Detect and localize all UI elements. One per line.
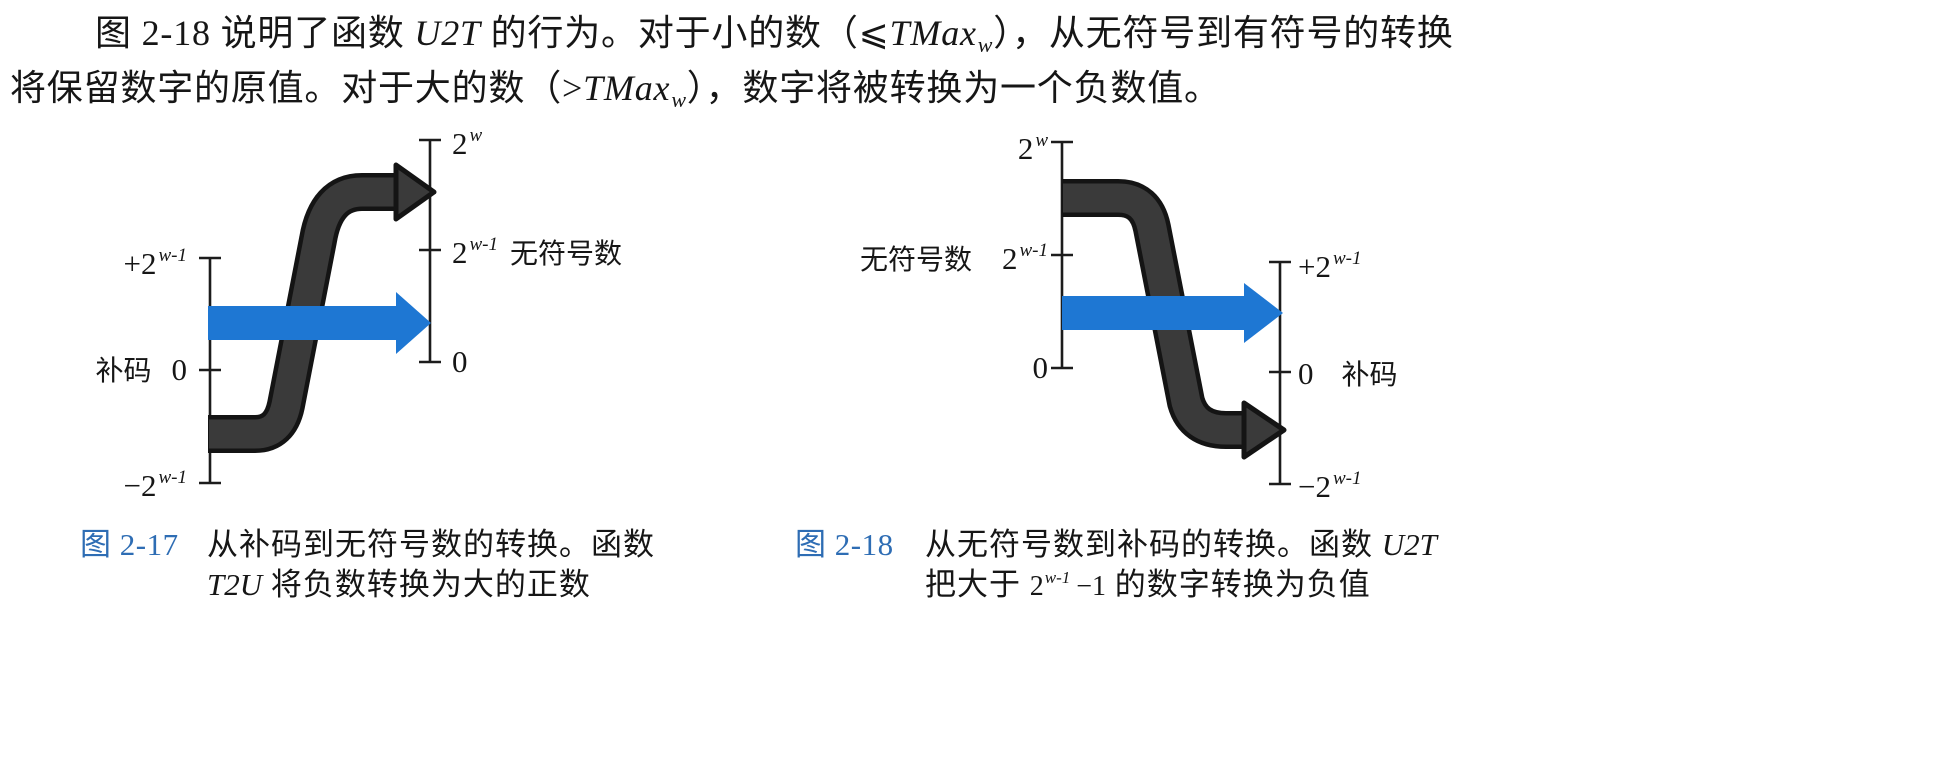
caption-power-exponent: w-1	[1044, 568, 1071, 587]
tick-label-exponent: w-1	[158, 245, 188, 266]
tick-label-base: 0	[1032, 350, 1049, 385]
tick-label-base: 0	[1298, 356, 1314, 391]
t2u-twos-max-label: +2 w-1	[50, 244, 187, 284]
tick-label-exponent: w	[1035, 130, 1048, 151]
u2t-blue-arrow-shaft	[1062, 296, 1246, 330]
figure-2-17-number: 图 2-17	[80, 527, 179, 562]
caption-text: 从无符号数到补码的转换。函数	[925, 527, 1382, 562]
u2t-unsigned-max-label: 2w	[800, 129, 1048, 169]
tick-label-base: 0	[171, 352, 188, 387]
tick-label-exponent: w-1	[1332, 468, 1362, 489]
caption-minus-one: −1	[1076, 571, 1107, 602]
figure-2-17-caption-line-2: T2U 将负数转换为大的正数	[207, 565, 591, 605]
tick-label-exponent: w-1	[158, 467, 188, 488]
tick-label-base: 2	[1002, 241, 1018, 276]
u2t-black-arrow-head	[1241, 400, 1287, 460]
t2u-black-arrow-head	[393, 162, 437, 222]
function-name-t2u: T2U	[207, 567, 263, 602]
function-name-u2t: U2T	[1381, 527, 1437, 562]
tick-label-base: −2	[1298, 469, 1331, 504]
u2t-twos-max-label: +2 w-1	[1298, 247, 1361, 287]
tick-label-base: +2	[1298, 249, 1331, 284]
tick-label-exponent: w-1	[1019, 240, 1049, 261]
tick-label-base: 0	[452, 344, 468, 379]
u2t-blue-arrow-head	[1244, 283, 1283, 343]
figure-2-18-number: 图 2-18	[795, 527, 894, 562]
caption-text: 的数字转换为负值	[1106, 567, 1371, 602]
t2u-twos-min-label: −2 w-1	[50, 466, 187, 506]
t2u-unsigned-max-label: 2w	[452, 124, 482, 164]
caption-power-base: 2	[1029, 571, 1044, 602]
unsigned-axis-name: 无符号数	[859, 245, 972, 276]
tick-label-exponent: w-1	[1332, 248, 1362, 269]
tick-label-base: +2	[123, 246, 157, 281]
u2t-unsigned-half-label: 无符号数 2 w-1	[800, 239, 1048, 279]
caption-text: 把大于	[925, 567, 1030, 602]
u2t-twos-zero-label: 0 补码	[1298, 354, 1398, 394]
figure-2-18-diagram	[1051, 140, 1291, 486]
u2t-twos-min-label: −2 w-1	[1298, 467, 1361, 507]
tick-label-base: −2	[123, 468, 157, 503]
t2u-twos-zero-label: 补码 0	[60, 350, 187, 390]
t2u-blue-arrow-shaft	[208, 306, 398, 340]
figure-2-17-caption-line-1: 从补码到无符号数的转换。函数	[207, 527, 655, 562]
caption-text: 将负数转换为大的正数	[262, 567, 591, 602]
tick-label-exponent: w-1	[469, 234, 499, 255]
tick-label-base: 2	[452, 126, 468, 161]
figure-2-18-caption-line-1: 从无符号数到补码的转换。函数 U2T	[925, 525, 1437, 565]
figure-2-18-caption-line-2: 把大于 2w-1 −1 的数字转换为负值	[925, 565, 1371, 605]
t2u-unsigned-zero-label: 0	[452, 342, 468, 382]
tick-label-base: 2	[452, 235, 468, 270]
u2t-unsigned-zero-label: 0	[800, 348, 1049, 388]
unsigned-axis-name: 无符号数	[510, 239, 623, 270]
t2u-blue-arrow-head	[396, 292, 431, 354]
t2u-unsigned-half-label: 2 w-1 无符号数	[452, 233, 622, 273]
tick-label-base: 2	[1017, 131, 1034, 166]
tick-label-exponent: w	[469, 125, 483, 146]
twos-complement-axis-name: 补码	[95, 356, 152, 387]
twos-complement-axis-name: 补码	[1341, 360, 1398, 391]
figure-2-17-diagram	[199, 138, 441, 485]
